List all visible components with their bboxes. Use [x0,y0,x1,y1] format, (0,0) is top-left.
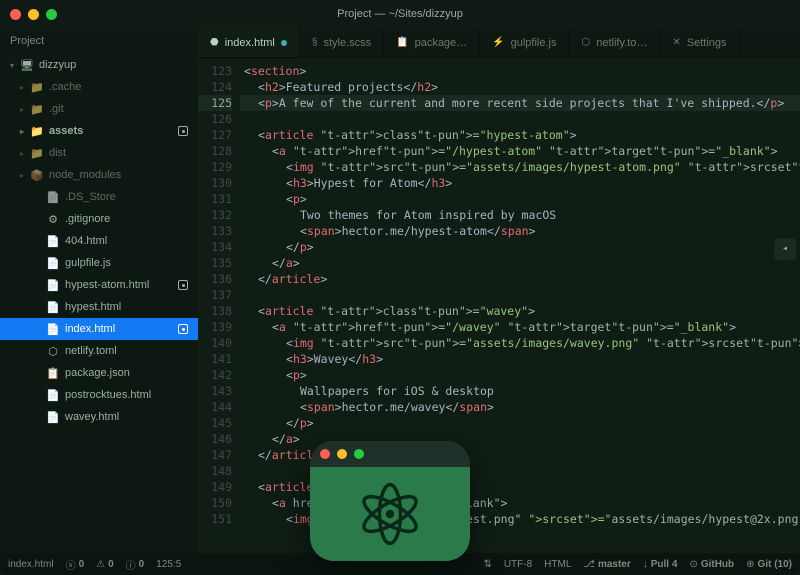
atom-app-icon [310,441,470,561]
tree-item[interactable]: 📄index.html [0,318,198,340]
line-gutter: 1231241251261271281291301311321331341351… [198,58,240,553]
status-encoding[interactable]: UTF-8 [504,559,532,570]
status-file[interactable]: index.html [8,559,54,570]
tab[interactable]: ⬣index.html [198,28,300,57]
status-github[interactable]: ⊙ GitHub [689,559,734,570]
status-info[interactable]: ⓘ 0 [126,557,145,572]
tab[interactable]: ⬡netlify.to… [569,28,660,57]
fold-indicator-icon[interactable]: ◂ [774,238,796,260]
modified-dot-icon [281,40,287,46]
tree-item[interactable]: ▸📁.git [0,98,198,120]
status-warnings[interactable]: ⚠ 0 [96,559,114,570]
status-pull[interactable]: ↓ Pull 4 [643,559,678,570]
tree-item[interactable]: ▸📦node_modules [0,164,198,186]
code-editor[interactable]: 1231241251261271281291301311321331341351… [198,58,800,553]
status-wifi-icon[interactable]: ⇅ [483,559,491,570]
tree-item[interactable]: 📄hypest-atom.html [0,274,198,296]
status-errors[interactable]: ⓧ 0 [66,557,85,572]
tree-item[interactable]: 📄hypest.html [0,296,198,318]
tab[interactable]: 📋package… [384,28,480,57]
tree-item[interactable]: 📋package.json [0,362,198,384]
status-cursor[interactable]: 125:5 [156,559,181,570]
file-tree[interactable]: ▾🖥dizzyup▸📁.cache▸📁.git▸📁assets▸📁dist▸📦n… [0,54,198,553]
tree-item[interactable]: ▸📁assets [0,120,198,142]
sidebar: Project ▾🖥dizzyup▸📁.cache▸📁.git▸📁assets▸… [0,28,198,553]
modified-icon [178,324,188,334]
tree-item[interactable]: 📄postrocktues.html [0,384,198,406]
modified-icon [178,126,188,136]
tree-item[interactable]: ▾🖥dizzyup [0,54,198,76]
tab-bar[interactable]: ⬣index.html§style.scss📋package…⚡gulpfile… [198,28,800,58]
tree-item[interactable]: ⚙.gitignore [0,208,198,230]
atom-logo-icon [355,479,425,549]
close-icon [320,449,330,459]
tab[interactable]: §style.scss [300,28,384,57]
sidebar-title: Project [0,28,198,54]
minimize-icon [337,449,347,459]
tree-item[interactable]: 📄wavey.html [0,406,198,428]
tree-item[interactable]: ⬡netlify.toml [0,340,198,362]
status-branch[interactable]: ⎇ master [583,559,630,570]
modified-icon [178,280,188,290]
tree-item[interactable]: ▸📁dist [0,142,198,164]
tree-item[interactable]: 📄.DS_Store [0,186,198,208]
zoom-icon [354,449,364,459]
tab[interactable]: ✕Settings [660,28,739,57]
titlebar: Project — ~/Sites/dizzyup [0,0,800,28]
tree-item[interactable]: ▸📁.cache [0,76,198,98]
tree-item[interactable]: 📄gulpfile.js [0,252,198,274]
window-title: Project — ~/Sites/dizzyup [0,8,800,20]
tab[interactable]: ⚡gulpfile.js [480,28,569,57]
tree-item[interactable]: 📄404.html [0,230,198,252]
status-lang[interactable]: HTML [544,559,571,570]
status-git[interactable]: ⊕ Git (10) [746,559,792,570]
